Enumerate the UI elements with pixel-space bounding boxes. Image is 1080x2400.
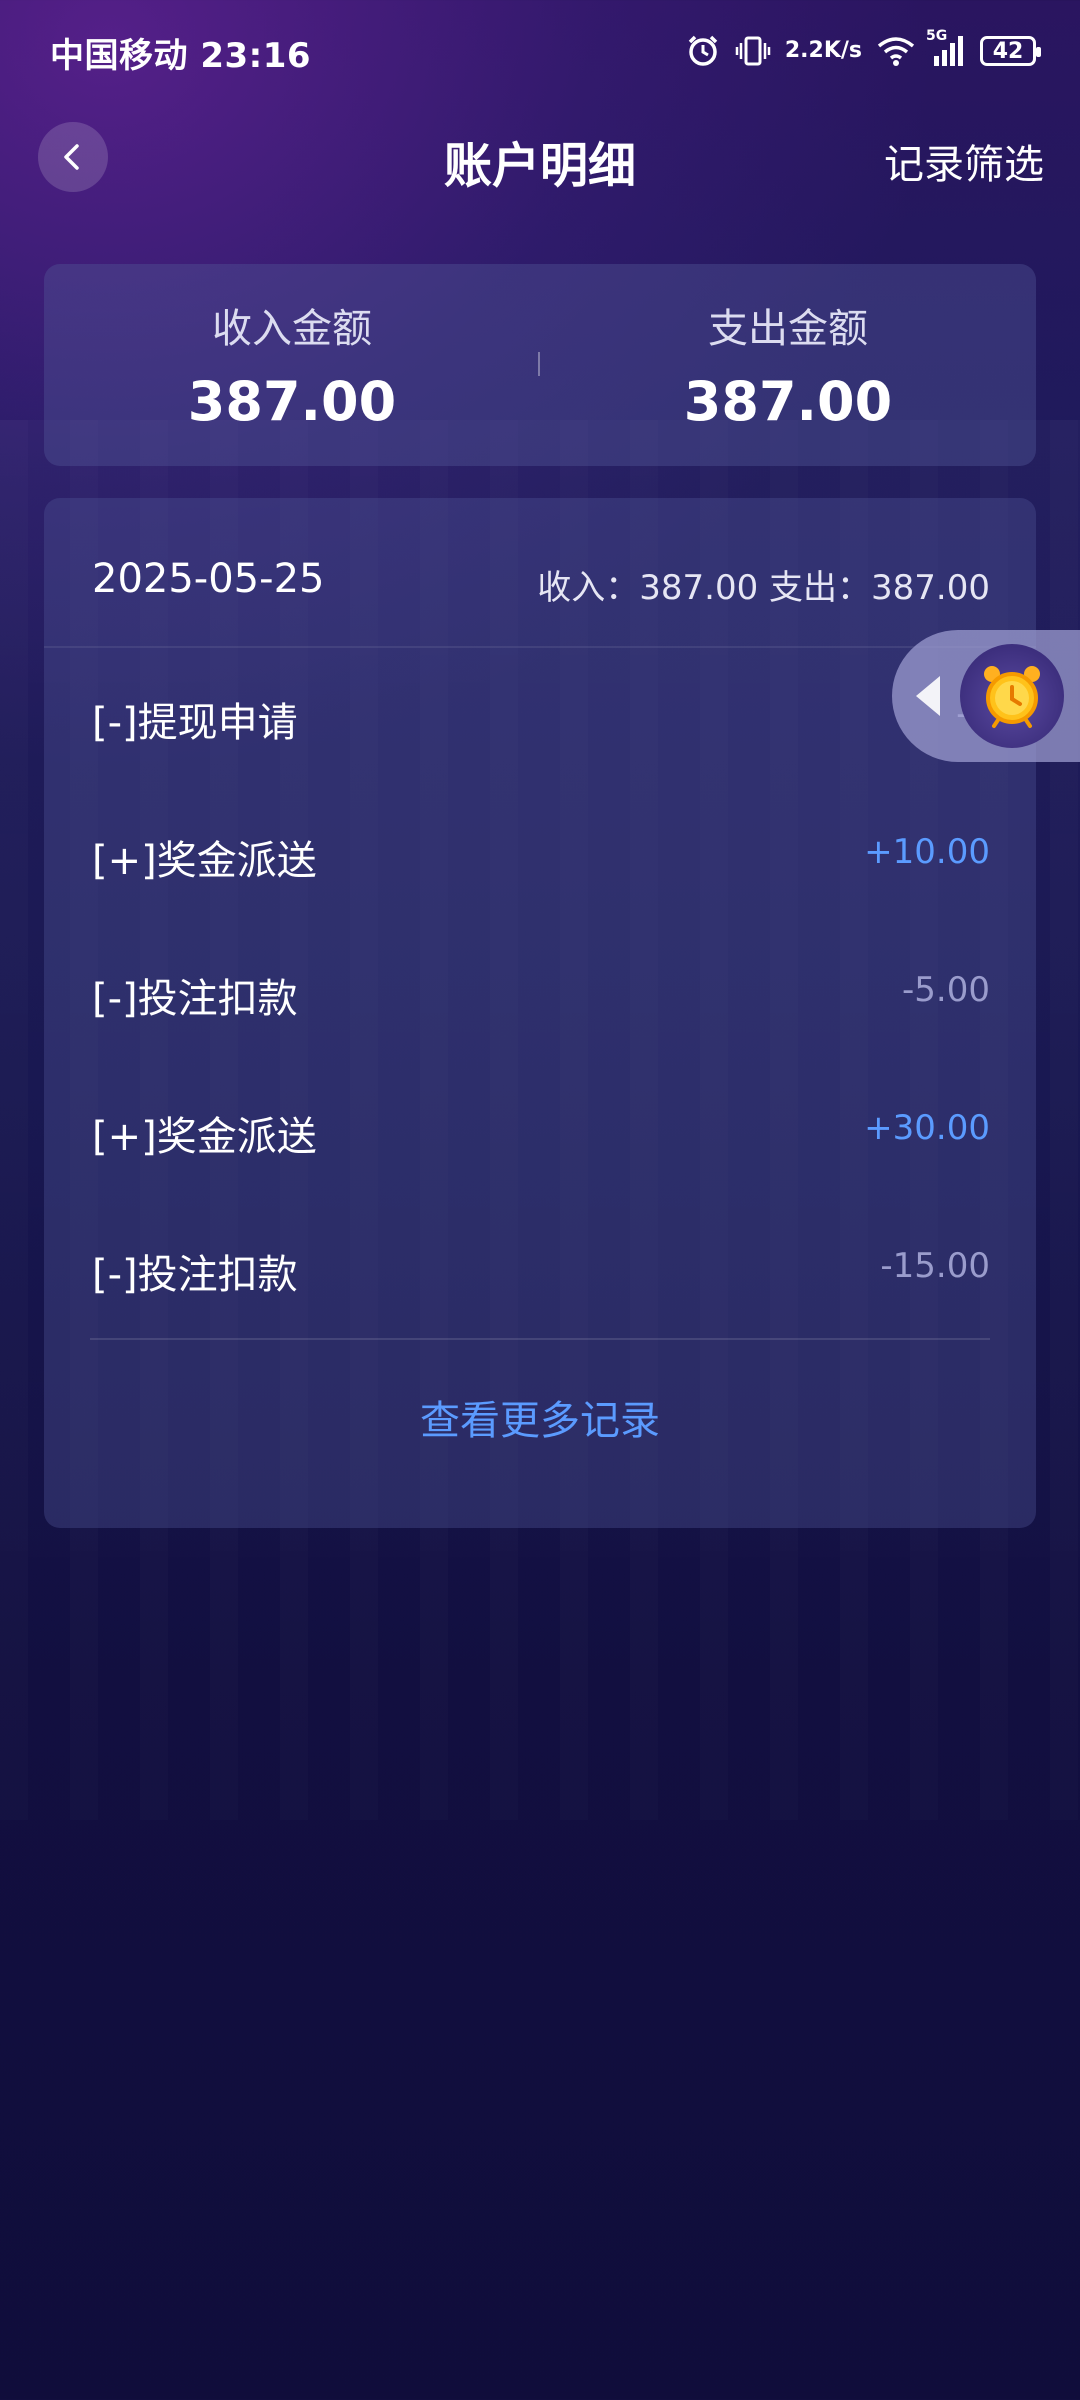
record-amount: -5.00 bbox=[902, 970, 990, 1010]
caret-left-icon bbox=[916, 676, 940, 716]
list-item[interactable]: [+]奖金派送 +30.00 bbox=[44, 1062, 1036, 1200]
record-amount: -15.00 bbox=[880, 1246, 990, 1286]
records-card: 2025-05-25 收入：387.00 支出：387.00 [-]提现申请 -… bbox=[44, 498, 1036, 1528]
record-amount: +10.00 bbox=[864, 832, 990, 872]
list-item[interactable]: [-]投注扣款 -15.00 bbox=[44, 1200, 1036, 1338]
record-name: [-]提现申请 bbox=[92, 700, 298, 746]
income-label: 收入金额 bbox=[212, 306, 372, 352]
status-bar: 中国移动 23:16 2.2 K/s 5G 42 bbox=[0, 0, 1080, 104]
expense-value: 387.00 bbox=[683, 370, 893, 433]
carrier-time: 中国移动 23:16 bbox=[50, 36, 312, 76]
record-name: [+]奖金派送 bbox=[92, 1114, 317, 1160]
list-item[interactable]: [+]奖金派送 +10.00 bbox=[44, 786, 1036, 924]
expense-summary: 支出金额 387.00 bbox=[540, 264, 1036, 466]
record-name: [-]投注扣款 bbox=[92, 1252, 298, 1298]
list-item[interactable]: [-]投注扣款 -5.00 bbox=[44, 924, 1036, 1062]
wifi-icon bbox=[876, 35, 916, 67]
summary-card: 收入金额 387.00 支出金额 387.00 bbox=[44, 264, 1036, 466]
record-name: [-]投注扣款 bbox=[92, 976, 298, 1022]
expense-label: 支出金额 bbox=[708, 306, 868, 352]
network-type: 5G bbox=[926, 28, 948, 44]
floating-widget[interactable] bbox=[892, 630, 1080, 762]
income-summary: 收入金额 387.00 bbox=[44, 264, 540, 466]
alarm-clock-icon bbox=[960, 644, 1064, 748]
view-more-link[interactable]: 查看更多记录 bbox=[44, 1388, 1036, 1446]
network-speed: 2.2 K/s bbox=[785, 40, 862, 62]
list-item[interactable]: [-]提现申请 -1 bbox=[44, 648, 1036, 786]
day-summary: 收入：387.00 支出：387.00 bbox=[537, 568, 990, 608]
record-date: 2025-05-25 bbox=[92, 556, 325, 602]
date-header: 2025-05-25 收入：387.00 支出：387.00 bbox=[44, 498, 1036, 648]
vibrate-icon bbox=[735, 33, 771, 69]
divider bbox=[90, 1338, 990, 1340]
header: 账户明细 记录筛选 bbox=[0, 112, 1080, 204]
filter-button[interactable]: 记录筛选 bbox=[884, 132, 1044, 190]
record-amount: +30.00 bbox=[864, 1108, 990, 1148]
alarm-icon bbox=[685, 33, 721, 69]
battery-level: 42 bbox=[992, 38, 1024, 64]
record-name: [+]奖金派送 bbox=[92, 838, 317, 884]
income-value: 387.00 bbox=[187, 370, 397, 433]
status-icons: 2.2 K/s 5G 42 bbox=[685, 26, 1041, 76]
speed-unit: K/s bbox=[823, 38, 862, 63]
battery-icon: 42 bbox=[980, 36, 1041, 66]
signal-icon: 5G bbox=[926, 28, 966, 68]
speed-value: 2.2 bbox=[784, 38, 824, 63]
